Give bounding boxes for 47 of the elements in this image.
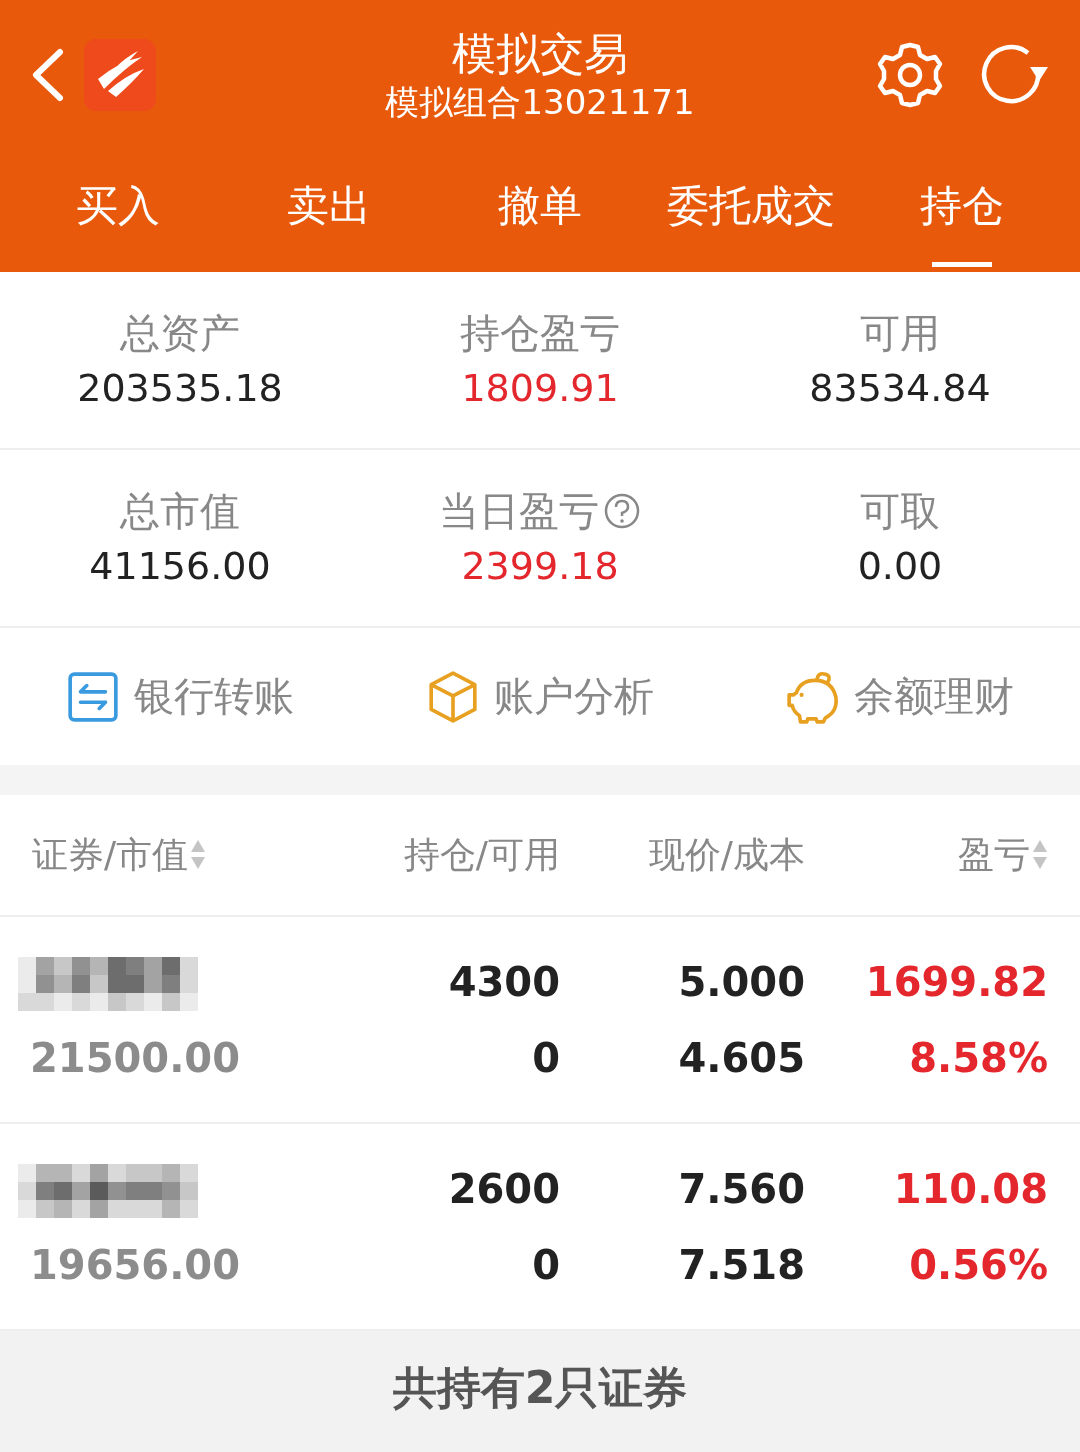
stat-label: 可取 (860, 487, 940, 536)
available-qty: 0 (531, 1240, 560, 1290)
help-icon[interactable] (603, 492, 641, 530)
stat-value: 83534.84 (809, 365, 991, 412)
stat-label: 总市值 (120, 487, 240, 536)
stat-label: 总资产 (120, 309, 240, 358)
price-value: 5.000 (677, 957, 805, 1007)
stat-label: 持仓盈亏 (460, 309, 620, 358)
stat-label: 当日盈亏 (439, 487, 599, 536)
shortcut-button[interactable]: 银行转账 (0, 628, 360, 765)
cost-value: 4.605 (677, 1033, 805, 1083)
profit-value: 1699.82 (864, 957, 1048, 1007)
cost-value: 7.518 (677, 1240, 805, 1290)
column-header: 现价/成本 (648, 832, 805, 877)
price-value: 7.560 (677, 1164, 805, 1214)
market-value: 19656.00 (30, 1240, 242, 1290)
tab[interactable]: 买入 (75, 180, 160, 267)
tab[interactable]: 撤单 (498, 180, 582, 267)
stat-value: 41156.00 (89, 543, 271, 590)
page-title: 模拟交易 (452, 27, 628, 81)
settings-icon[interactable] (876, 41, 944, 109)
available-qty: 0 (531, 1033, 560, 1083)
portfolio-subtitle: 模拟组合13021171 (385, 81, 695, 123)
market-value: 21500.00 (30, 1033, 242, 1083)
profit-value: 110.08 (892, 1164, 1048, 1214)
profit-percent: 0.56% (908, 1240, 1048, 1290)
stat-value: 1809.91 (461, 365, 619, 412)
stat-value: 2399.18 (461, 543, 619, 590)
app-logo (84, 39, 156, 111)
back-icon[interactable] (30, 48, 64, 102)
column-header: 持仓/可用 (403, 832, 560, 877)
transfer-icon (66, 669, 120, 724)
holding-qty: 2600 (447, 1164, 560, 1214)
piggy-bank-icon (786, 669, 840, 724)
tab[interactable]: 卖出 (286, 180, 371, 267)
shortcut-button[interactable]: 余额理财 (720, 628, 1080, 765)
profit-percent: 8.58% (908, 1033, 1048, 1083)
tab[interactable]: 委托成交 (667, 180, 836, 267)
stat-value: 203535.18 (77, 365, 283, 412)
column-header[interactable]: 证券/市值 (32, 830, 189, 880)
shortcut-button[interactable]: 账户分析 (360, 628, 720, 765)
column-header[interactable]: 盈亏 (958, 830, 1030, 880)
stat-value: 0.00 (857, 543, 943, 590)
holdings-count: 共持有2只证券 (392, 1361, 688, 1415)
stat-label: 可用 (860, 309, 940, 358)
cube-icon (426, 669, 480, 724)
holding-qty: 4300 (447, 957, 560, 1007)
